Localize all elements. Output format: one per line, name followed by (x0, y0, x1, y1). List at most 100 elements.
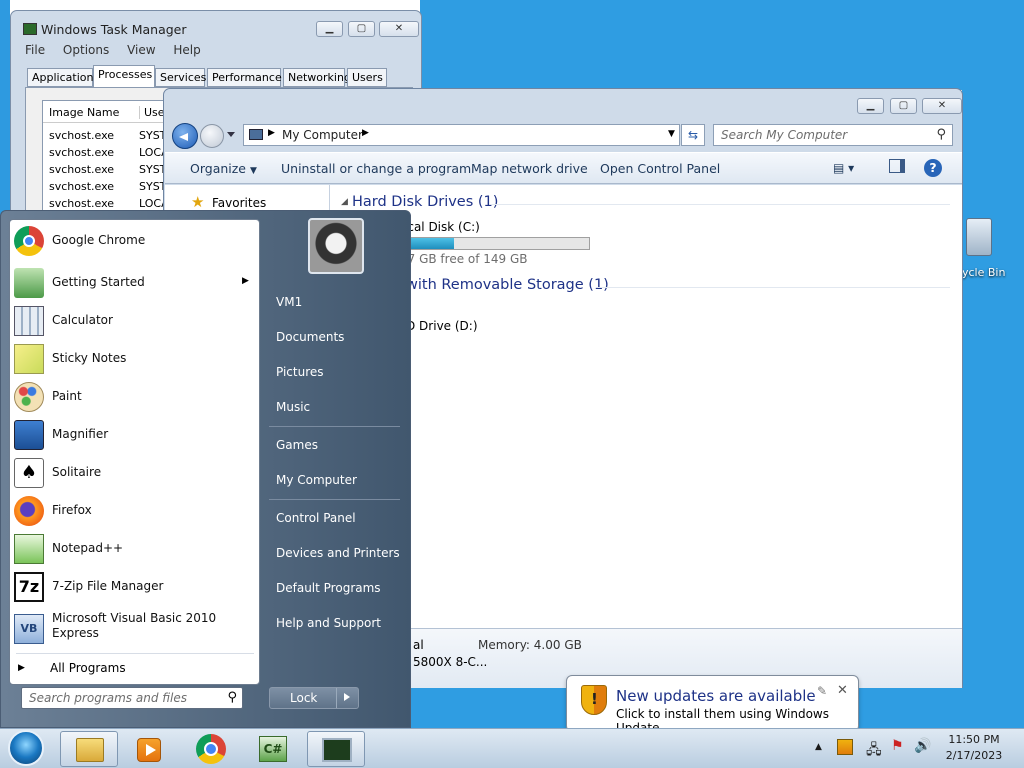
minimize-button[interactable]: ▁ (316, 21, 343, 37)
options-wrench-icon[interactable]: ✎ (817, 684, 827, 698)
search-input[interactable]: Search My Computer ⚲ (713, 124, 953, 146)
start-link-music[interactable]: Music (276, 400, 310, 414)
table-row[interactable]: svchost.exe SYST (49, 129, 179, 142)
column-image-name[interactable]: Image Name (49, 106, 119, 119)
address-bar[interactable]: ▶ My Computer ▶ ▼ (243, 124, 680, 146)
view-options-icon[interactable]: ▤ ▾ (833, 161, 854, 175)
breadcrumb[interactable]: My Computer (282, 128, 363, 142)
close-button[interactable]: ✕ (379, 21, 419, 37)
clock-time[interactable]: 11:50 PM (942, 733, 1006, 746)
recycle-bin-icon[interactable] (966, 218, 992, 256)
start-item-notepadpp[interactable]: Notepad++ (10, 531, 259, 567)
divider (269, 426, 400, 427)
start-link-control-panel[interactable]: Control Panel (276, 511, 356, 525)
tab-performance[interactable]: Performance (207, 68, 282, 87)
start-link-devices-printers[interactable]: Devices and Printers (276, 546, 400, 560)
start-link-help-support[interactable]: Help and Support (276, 616, 381, 630)
organize-button[interactable]: Organize ▼ (190, 161, 257, 176)
update-notification[interactable]: New updates are available Click to insta… (566, 675, 859, 735)
menu-view[interactable]: View (127, 43, 155, 57)
start-item-solitaire[interactable]: ♠ Solitaire (10, 455, 259, 491)
chevron-down-icon[interactable]: ▼ (668, 129, 675, 139)
start-item-visual-basic[interactable]: VB Microsoft Visual Basic 2010 Express (10, 607, 259, 651)
open-control-panel-button[interactable]: Open Control Panel (600, 161, 720, 176)
menu-file[interactable]: File (25, 43, 45, 57)
start-item-label: Paint (52, 389, 82, 403)
menu-help[interactable]: Help (173, 43, 200, 57)
start-item-sticky-notes[interactable]: Sticky Notes (10, 341, 259, 377)
start-item-chrome[interactable]: Google Chrome (10, 223, 259, 259)
drive-d-label[interactable]: D Drive (D:) (406, 319, 478, 333)
start-link-my-computer[interactable]: My Computer (276, 473, 357, 487)
start-item-firefox[interactable]: Firefox (10, 493, 259, 529)
start-link-games[interactable]: Games (276, 438, 318, 452)
group-hard-disk-drives[interactable]: Hard Disk Drives (1) (352, 194, 498, 210)
action-center-icon[interactable]: ⚑ (891, 738, 904, 754)
start-item-label: Google Chrome (52, 233, 146, 247)
help-icon[interactable]: ? (924, 159, 942, 177)
maximize-button[interactable]: ▢ (890, 98, 917, 114)
show-hidden-icons-chevron-icon[interactable]: ▲ (815, 742, 822, 752)
minimize-button[interactable]: ▁ (857, 98, 884, 114)
recent-pages-chevron-icon[interactable] (227, 132, 235, 137)
table-row[interactable]: svchost.exe SYST (49, 180, 179, 193)
start-link-pictures[interactable]: Pictures (276, 365, 324, 379)
taskbar-media-player[interactable] (120, 731, 178, 767)
organize-label: Organize (190, 161, 246, 176)
tab-applications[interactable]: Applications (27, 68, 99, 87)
start-item-paint[interactable]: Paint (10, 379, 259, 415)
start-item-7zip[interactable]: 7z 7-Zip File Manager (10, 569, 259, 605)
taskbar-task-manager[interactable] (307, 731, 365, 767)
user-avatar[interactable] (308, 218, 364, 274)
start-search-input[interactable]: Search programs and files ⚲ (21, 687, 243, 709)
tab-processes[interactable]: Processes (93, 65, 155, 87)
start-link-vm1[interactable]: VM1 (276, 295, 302, 309)
start-item-calculator[interactable]: Calculator (10, 303, 259, 339)
process-name: svchost.exe (49, 180, 115, 193)
windows-update-tray-icon[interactable] (837, 739, 853, 755)
search-icon[interactable]: ⚲ (936, 127, 946, 142)
refresh-icon[interactable]: ⇆ (681, 124, 705, 146)
table-row[interactable]: svchost.exe SYST (49, 163, 179, 176)
group-removable-storage[interactable]: with Removable Storage (1) (406, 277, 609, 293)
forward-arrow-icon[interactable] (200, 124, 224, 148)
collapse-triangle-icon[interactable]: ◢ (341, 197, 348, 207)
close-icon[interactable]: ✕ (837, 683, 848, 698)
menu-options[interactable]: Options (63, 43, 109, 57)
taskbar-chrome[interactable] (182, 731, 240, 767)
map-drive-button[interactable]: Map network drive (471, 161, 588, 176)
search-placeholder: Search programs and files (29, 691, 187, 705)
chevron-right-icon[interactable]: ▶ (268, 128, 275, 138)
taskbar-csharp[interactable]: C# (244, 731, 302, 767)
tab-networking[interactable]: Networking (283, 68, 351, 87)
preview-pane-icon[interactable] (889, 159, 905, 173)
favorites-item[interactable]: Favorites (212, 196, 266, 210)
chevron-right-icon[interactable]: ▶ (362, 128, 369, 138)
shutdown-options-arrow-icon[interactable] (336, 688, 358, 708)
close-button[interactable]: ✕ (922, 98, 962, 114)
recycle-bin-label[interactable]: ycle Bin (962, 266, 1005, 279)
start-item-label: Magnifier (52, 427, 109, 441)
back-arrow-icon[interactable] (172, 123, 198, 149)
computer-icon (249, 129, 263, 140)
start-item-getting-started[interactable]: Getting Started ▶ (10, 265, 259, 301)
start-link-default-programs[interactable]: Default Programs (276, 581, 381, 595)
network-icon[interactable]: 🖧 (866, 739, 882, 763)
table-row[interactable]: svchost.exe LOCA (49, 146, 179, 159)
all-programs-button[interactable]: All Programs (50, 661, 126, 675)
lock-button[interactable]: Lock (269, 687, 359, 709)
start-item-magnifier[interactable]: Magnifier (10, 417, 259, 453)
clock-date[interactable]: 2/17/2023 (942, 749, 1006, 762)
search-icon[interactable]: ⚲ (227, 690, 237, 705)
volume-icon[interactable]: 🔊 (914, 738, 931, 754)
tab-users[interactable]: Users (347, 68, 387, 87)
drive-c-label[interactable]: ocal Disk (C:) (400, 220, 480, 234)
taskbar-explorer[interactable] (60, 731, 118, 767)
tab-services[interactable]: Services (155, 68, 206, 87)
table-row[interactable]: svchost.exe LOCA (49, 197, 179, 210)
start-link-documents[interactable]: Documents (276, 330, 344, 344)
start-button[interactable] (8, 730, 44, 766)
start-item-label: Notepad++ (52, 541, 124, 555)
maximize-button[interactable]: ▢ (348, 21, 375, 37)
uninstall-button[interactable]: Uninstall or change a program (281, 161, 471, 176)
